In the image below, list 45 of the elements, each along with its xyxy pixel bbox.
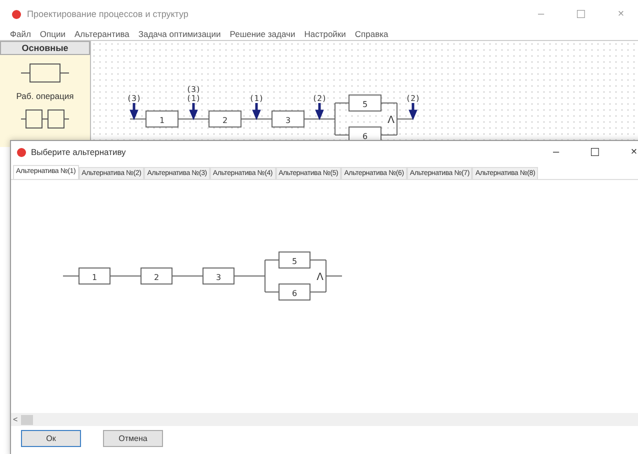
process-block[interactable]: 2 bbox=[208, 110, 242, 128]
menu-item[interactable]: Альтерантива bbox=[74, 29, 130, 39]
menu-item[interactable]: Справка bbox=[354, 29, 388, 39]
marker-label: (2) bbox=[312, 94, 327, 103]
block-icon[interactable] bbox=[21, 61, 69, 85]
double-block-icon[interactable] bbox=[21, 107, 69, 131]
marker-label: (1) bbox=[249, 94, 264, 103]
palette-header[interactable]: Основные bbox=[0, 41, 90, 55]
dialog-button[interactable]: Ок bbox=[21, 430, 81, 447]
marker-label: (1) bbox=[186, 94, 201, 103]
down-arrow-icon[interactable] bbox=[130, 102, 138, 120]
menu-item[interactable]: Опции bbox=[40, 29, 66, 39]
process-block[interactable]: 5 bbox=[348, 94, 382, 112]
marker-label: (3) bbox=[186, 85, 201, 94]
and-symbol: Λ bbox=[388, 115, 394, 126]
down-arrow-icon[interactable] bbox=[190, 102, 198, 120]
process-block: 3 bbox=[202, 268, 234, 284]
app-icon bbox=[17, 148, 26, 156]
palette-label: Раб. операция bbox=[16, 91, 74, 101]
and-symbol: Λ bbox=[316, 272, 324, 283]
process-block[interactable]: 3 bbox=[272, 110, 304, 128]
menu-item[interactable]: Файл bbox=[10, 29, 31, 39]
process-block: 1 bbox=[78, 268, 110, 284]
window-control[interactable]: – bbox=[539, 146, 573, 158]
dialog-button[interactable]: Отмена bbox=[103, 430, 163, 447]
process-block: 5 bbox=[278, 252, 310, 268]
scroll-left-arrow[interactable]: < bbox=[13, 415, 18, 424]
down-arrow-icon[interactable] bbox=[252, 102, 260, 120]
marker-label: (2) bbox=[406, 94, 420, 103]
process-block[interactable]: 1 bbox=[146, 110, 178, 128]
app-icon bbox=[12, 10, 21, 18]
menu-item[interactable]: Решение задачи bbox=[230, 29, 296, 39]
scroll-thumb[interactable] bbox=[20, 414, 33, 424]
window-control[interactable]: ☐ bbox=[578, 146, 612, 158]
down-arrow-icon[interactable] bbox=[409, 102, 417, 120]
menu-item[interactable]: Настройки bbox=[304, 29, 346, 39]
window-title: Проектирование процессов и структур bbox=[27, 9, 190, 19]
down-arrow-icon[interactable] bbox=[316, 102, 324, 120]
window-control[interactable]: × bbox=[617, 146, 638, 158]
menu-item[interactable]: Задача оптимизации bbox=[138, 29, 221, 39]
horizontal-scrollbar[interactable]: < bbox=[11, 413, 638, 426]
marker-label: (3) bbox=[126, 94, 142, 103]
process-block: 2 bbox=[140, 268, 172, 284]
dialog-title: Выберите альтернативу bbox=[31, 147, 127, 157]
process-block: 6 bbox=[278, 284, 310, 300]
